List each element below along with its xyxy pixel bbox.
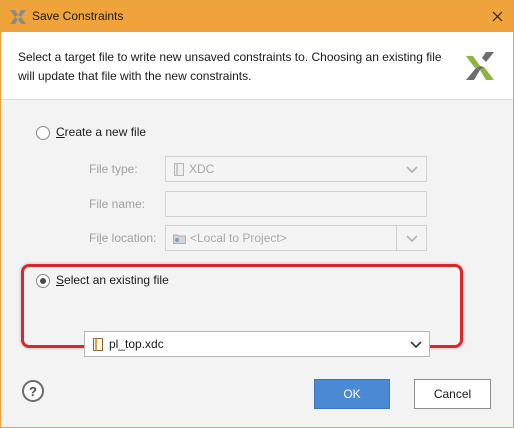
file-type-label: File type: bbox=[89, 162, 138, 176]
create-new-file-radio[interactable] bbox=[36, 126, 50, 140]
file-name-label: File name: bbox=[89, 197, 146, 211]
xilinx-logo-icon bbox=[10, 10, 26, 24]
create-new-file-label[interactable]: Create a new file bbox=[56, 125, 146, 139]
folder-icon bbox=[173, 234, 186, 244]
close-icon bbox=[492, 11, 502, 21]
dialog-description: Select a target file to write new unsave… bbox=[18, 50, 442, 83]
file-location-dropdown[interactable]: <Local to Project> bbox=[165, 225, 427, 251]
file-type-dropdown[interactable]: XDC bbox=[165, 156, 427, 182]
existing-file-dropdown[interactable]: pl_top.xdc bbox=[84, 331, 430, 357]
chevron-down-icon bbox=[406, 166, 418, 174]
title-bar[interactable]: Save Constraints bbox=[1, 1, 513, 32]
file-name-input[interactable] bbox=[165, 191, 427, 217]
cancel-button[interactable]: Cancel bbox=[414, 379, 491, 409]
close-button[interactable] bbox=[481, 1, 513, 31]
chevron-down-icon bbox=[406, 235, 418, 243]
window-title: Save Constraints bbox=[32, 9, 124, 23]
file-location-dropdown-button[interactable] bbox=[396, 225, 427, 251]
help-button[interactable]: ? bbox=[22, 380, 44, 402]
xilinx-logo-icon bbox=[466, 52, 494, 80]
file-location-label: File location: bbox=[89, 231, 157, 245]
file-icon bbox=[93, 338, 103, 351]
file-icon bbox=[174, 163, 184, 176]
file-location-value: <Local to Project> bbox=[190, 231, 287, 245]
file-type-value: XDC bbox=[189, 162, 215, 176]
dialog-content: Select a target file to write new unsave… bbox=[1, 32, 513, 427]
ok-button[interactable]: OK bbox=[314, 379, 390, 409]
options-area: Create a new file File type: XDC File na… bbox=[1, 100, 513, 427]
existing-file-value: pl_top.xdc bbox=[109, 337, 164, 351]
select-existing-file-label[interactable]: Select an existing file bbox=[56, 273, 169, 287]
save-constraints-dialog: Save Constraints Select a target file to… bbox=[0, 0, 514, 428]
chevron-down-icon bbox=[410, 341, 422, 349]
select-existing-file-radio[interactable] bbox=[36, 274, 50, 288]
